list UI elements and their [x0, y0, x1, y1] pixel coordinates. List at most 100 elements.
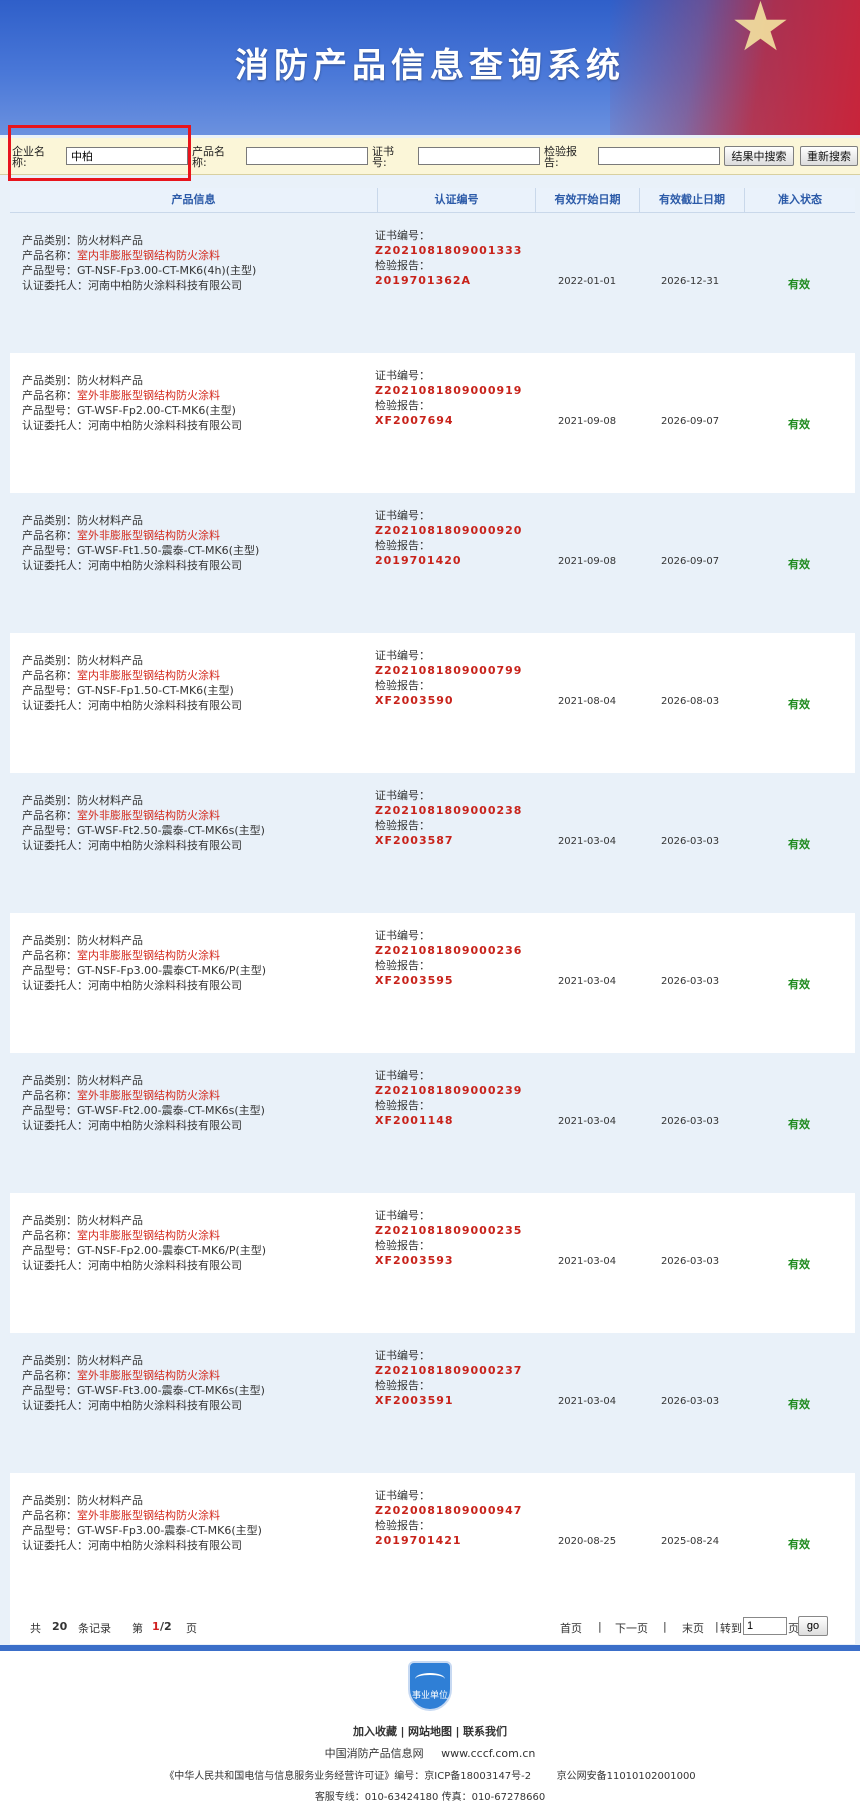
cert-no-label: 证书编号： [375, 369, 430, 382]
product-input[interactable] [246, 147, 368, 165]
last-page-link[interactable]: 末页 [682, 1620, 704, 1636]
product-name-link[interactable]: 室内非膨胀型钢结构防火涂料 [77, 249, 220, 262]
client-line: 认证委托人：河南中柏防火涂料科技有限公司 [22, 698, 242, 713]
cert-no-label: 证书编号： [375, 1349, 430, 1362]
model-label: 产品型号： [22, 824, 77, 837]
report-link[interactable]: XF2007694 [375, 413, 522, 428]
col-product-info: 产品信息 [10, 188, 378, 212]
page-total: /2 [160, 1620, 172, 1633]
table-row: 产品类别：防火材料产品 产品名称：室外非膨胀型钢结构防火涂料 产品型号：GT-WSF… [10, 353, 855, 493]
cert-no-link[interactable]: Z2021081809000236 [375, 943, 522, 958]
category-line: 产品类别：防火材料产品 [22, 1073, 265, 1088]
report-link[interactable]: XF2003595 [375, 973, 522, 988]
total-suffix: 条记录 [78, 1622, 111, 1635]
end-date: 2026-03-03 [660, 1256, 720, 1267]
report-label: 检验报告： [375, 1099, 430, 1112]
cert-no-link[interactable]: Z2021081809000919 [375, 383, 522, 398]
cert-no-link[interactable]: Z2021081809000235 [375, 1223, 522, 1238]
cert-no-label: 证书编号： [375, 229, 430, 242]
cert-no-label: 证书编号： [375, 929, 430, 942]
name-label: 产品名称： [22, 529, 77, 542]
emblem-label: 事业单位 [411, 1691, 448, 1701]
report-label: 检验报告： [375, 539, 430, 552]
next-page-link[interactable]: 下一页 [615, 1620, 648, 1636]
category-line: 产品类别：防火材料产品 [22, 1213, 266, 1228]
company-input[interactable] [66, 147, 188, 165]
report-link[interactable]: 2019701420 [375, 553, 522, 568]
research-button[interactable]: 重新搜索 [800, 146, 858, 166]
model-value: GT-WSF-Fp3.00-震泰-CT-MK6(主型) [77, 1524, 262, 1537]
cert-no-link[interactable]: Z2021081809000238 [375, 803, 522, 818]
report-link[interactable]: XF2003587 [375, 833, 522, 848]
add-favorite-link[interactable]: 加入收藏 [353, 1725, 397, 1738]
contact-link[interactable]: 联系我们 [463, 1725, 507, 1738]
header-banner: ★ 消防产品信息查询系统 [0, 0, 860, 135]
cert-no-link[interactable]: Z2021081809000920 [375, 523, 522, 538]
category-label: 产品类别： [22, 794, 77, 807]
col-status: 准入状态 [778, 193, 822, 206]
page-title: 消防产品信息查询系统 [235, 46, 625, 86]
product-name-link[interactable]: 室内非膨胀型钢结构防火涂料 [77, 1229, 220, 1242]
report-link[interactable]: XF2001148 [375, 1113, 522, 1128]
category-line: 产品类别：防火材料产品 [22, 1353, 265, 1368]
search-within-button[interactable]: 结果中搜索 [724, 146, 794, 166]
product-name-link[interactable]: 室外非膨胀型钢结构防火涂料 [77, 1369, 220, 1382]
table-row: 产品类别：防火材料产品 产品名称：室内非膨胀型钢结构防火涂料 产品型号：GT-NSF… [10, 913, 855, 1053]
cert-info: 证书编号： Z2021081809001333 检验报告： 2019701362A [375, 228, 522, 288]
product-name-link[interactable]: 室外非膨胀型钢结构防火涂料 [77, 809, 220, 822]
start-date: 2020-08-25 [557, 1536, 617, 1547]
cert-no-link[interactable]: Z2021081809000239 [375, 1083, 522, 1098]
cert-no-label: 证书编号： [375, 789, 430, 802]
report-label: 检验报告： [375, 399, 430, 412]
start-date: 2021-03-04 [557, 836, 617, 847]
report-link[interactable]: XF2003593 [375, 1253, 522, 1268]
status-badge: 有效 [788, 558, 810, 571]
model-label: 产品型号： [22, 1244, 77, 1257]
name-line: 产品名称：室内非膨胀型钢结构防火涂料 [22, 948, 266, 963]
report-link[interactable]: 2019701421 [375, 1533, 522, 1548]
report-link[interactable]: XF2003591 [375, 1393, 522, 1408]
model-value: GT-WSF-Fp2.00-CT-MK6(主型) [77, 404, 236, 417]
total-prefix: 共 [30, 1622, 41, 1635]
client-label: 认证委托人： [22, 279, 88, 292]
go-button[interactable]: go [798, 1616, 828, 1636]
product-name-link[interactable]: 室外非膨胀型钢结构防火涂料 [77, 1509, 220, 1522]
product-name-link[interactable]: 室外非膨胀型钢结构防火涂料 [77, 389, 220, 402]
cert-no-link[interactable]: Z2021081809000799 [375, 663, 522, 678]
cert-no-link[interactable]: Z2020081809000947 [375, 1503, 522, 1518]
report-label: 检验报告: [544, 145, 577, 169]
table-row: 产品类别：防火材料产品 产品名称：室内非膨胀型钢结构防火涂料 产品型号：GT-NSF… [10, 633, 855, 773]
col-cert-no: 认证编号 [378, 188, 536, 212]
page-prefix: 第 [132, 1622, 143, 1635]
start-date: 2022-01-01 [557, 276, 617, 287]
cert-no-link[interactable]: Z2021081809000237 [375, 1363, 522, 1378]
report-link[interactable]: XF2003590 [375, 693, 522, 708]
cert-no-link[interactable]: Z2021081809001333 [375, 243, 522, 258]
cert-no-label: 证书编号： [375, 1489, 430, 1502]
sitemap-link[interactable]: 网站地图 [408, 1725, 452, 1738]
client-value: 河南中柏防火涂料科技有限公司 [88, 1119, 242, 1132]
status-badge: 有效 [788, 1538, 810, 1551]
cert-input[interactable] [418, 147, 540, 165]
start-date: 2021-09-08 [557, 556, 617, 567]
product-name-link[interactable]: 室内非膨胀型钢结构防火涂料 [77, 669, 220, 682]
category-label: 产品类别： [22, 1074, 77, 1087]
category-label: 产品类别： [22, 934, 77, 947]
report-link[interactable]: 2019701362A [375, 273, 522, 288]
model-label: 产品型号： [22, 1104, 77, 1117]
product-name-link[interactable]: 室内非膨胀型钢结构防火涂料 [77, 949, 220, 962]
name-line: 产品名称：室外非膨胀型钢结构防火涂料 [22, 388, 242, 403]
status-badge: 有效 [788, 978, 810, 991]
report-input[interactable] [598, 147, 720, 165]
goto-page-input[interactable] [743, 1617, 787, 1635]
end-date: 2026-09-07 [660, 556, 720, 567]
first-page-link[interactable]: 首页 [560, 1620, 582, 1636]
product-name-link[interactable]: 室外非膨胀型钢结构防火涂料 [77, 1089, 220, 1102]
product-name-link[interactable]: 室外非膨胀型钢结构防火涂料 [77, 529, 220, 542]
model-line: 产品型号：GT-NSF-Fp1.50-CT-MK6(主型) [22, 683, 242, 698]
icp-license: 《中华人民共和国电信与信息服务业务经营许可证》编号：京ICP备18003147号… [164, 1771, 532, 1782]
end-date: 2025-08-24 [660, 1536, 720, 1547]
name-label: 产品名称： [22, 1369, 77, 1382]
client-value: 河南中柏防火涂料科技有限公司 [88, 1539, 242, 1552]
cert-no-label: 证书编号： [375, 1069, 430, 1082]
